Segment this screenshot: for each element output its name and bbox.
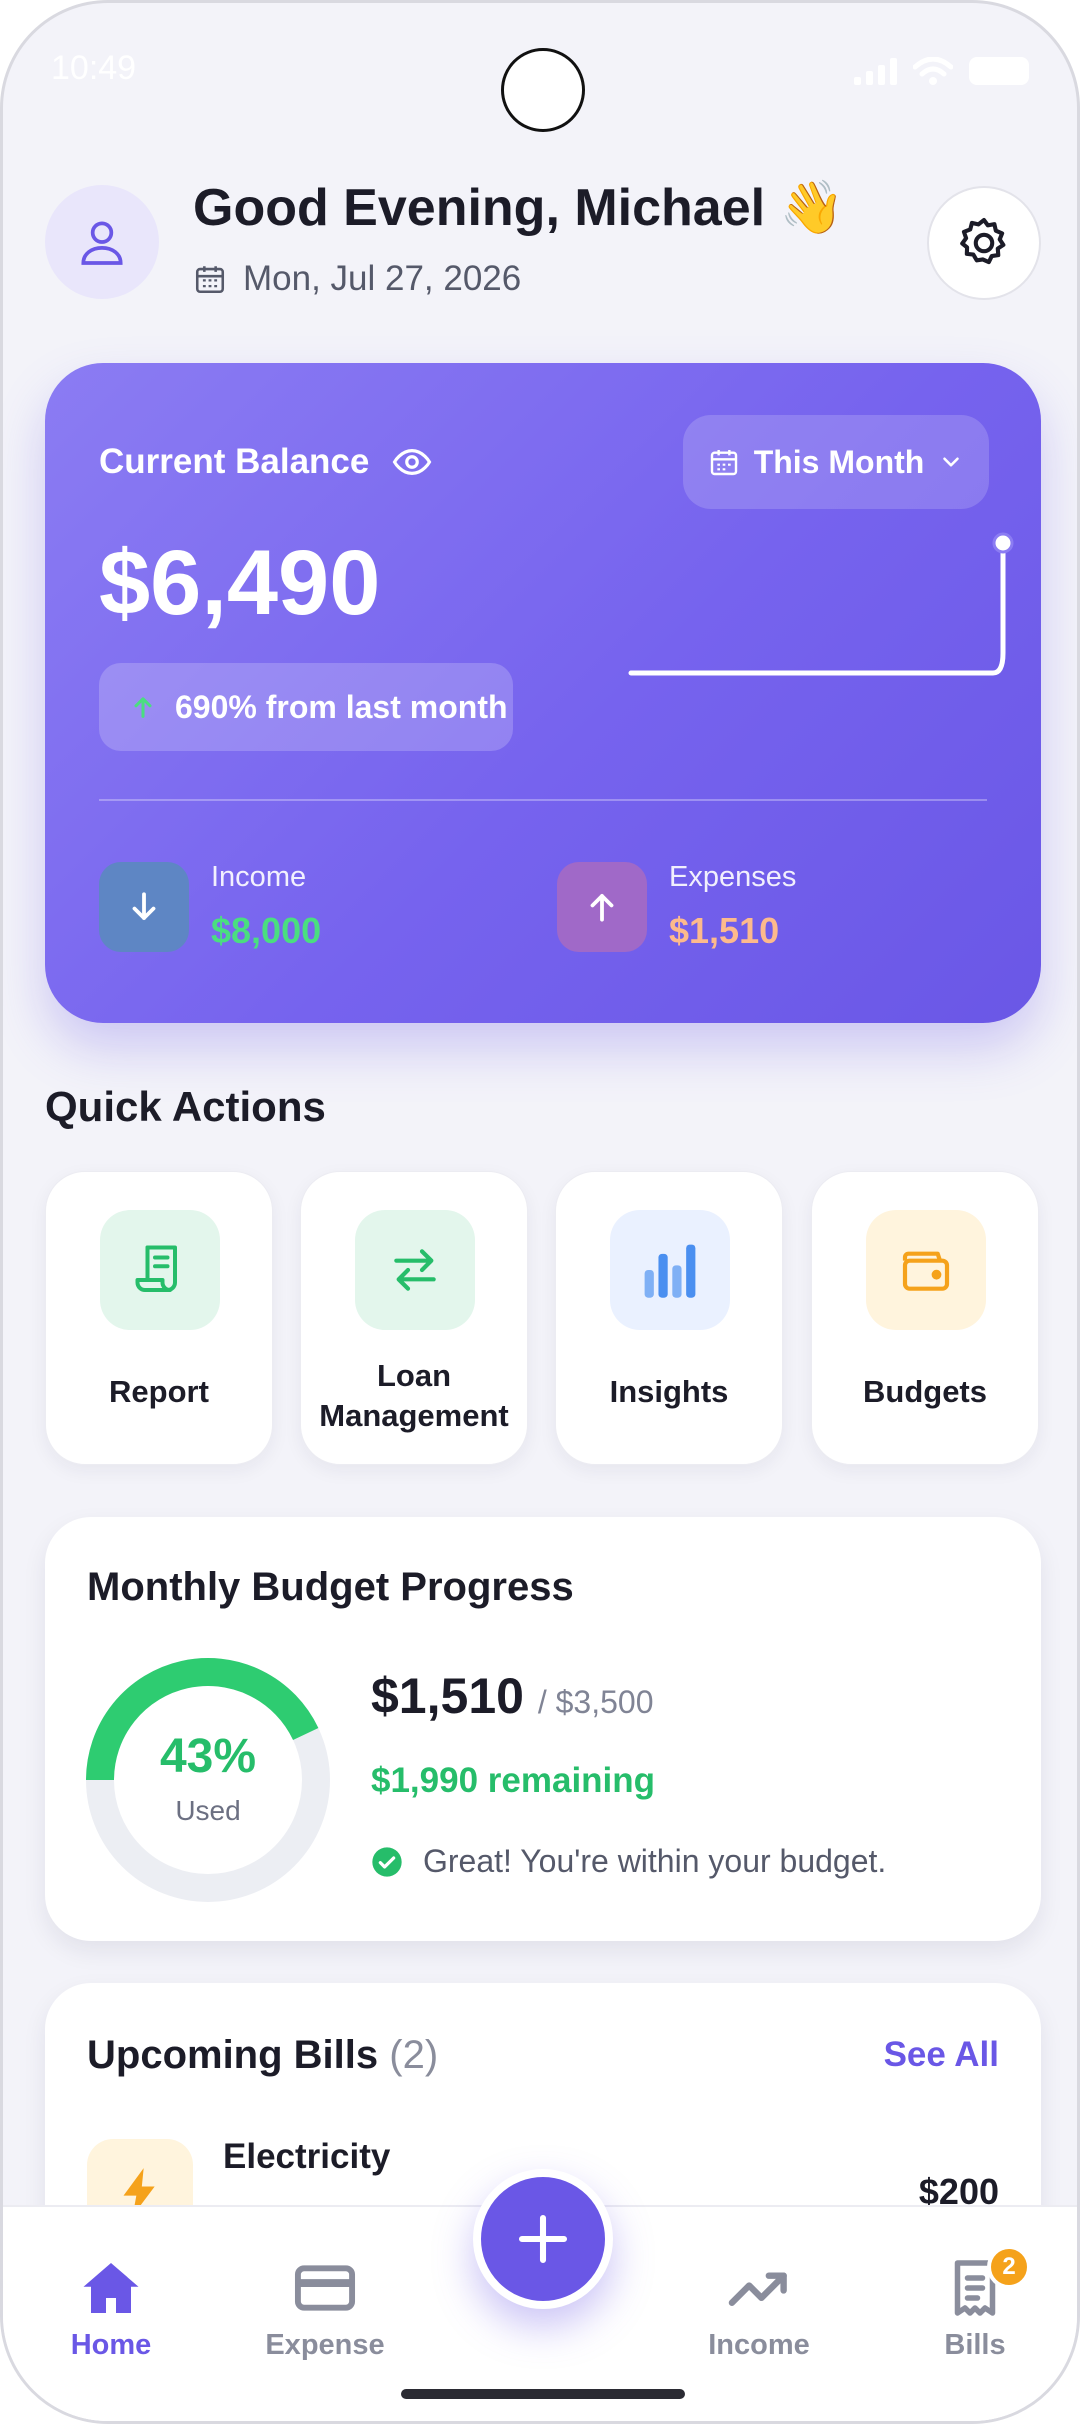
calendar-icon xyxy=(710,450,737,476)
trending-up-icon xyxy=(728,2272,787,2306)
greeting-text: Good Evening, Michael xyxy=(193,179,766,237)
bar-chart-icon xyxy=(644,1244,696,1298)
nav-income[interactable]: Income xyxy=(659,2255,859,2362)
quick-action-insights[interactable]: Insights xyxy=(555,1171,783,1465)
quick-action-label: Budgets xyxy=(863,1374,987,1409)
nav-bills-label: Bills xyxy=(944,2329,1006,2361)
budget-remaining: $1,990 remaining xyxy=(371,1761,656,1800)
budget-total: / $3,500 xyxy=(537,1684,654,1720)
insights-icon-tile xyxy=(610,1210,730,1330)
home-icon xyxy=(83,2263,139,2313)
quick-actions-title: Quick Actions xyxy=(45,1083,326,1130)
home-indicator xyxy=(401,2389,685,2399)
budget-title: Monthly Budget Progress xyxy=(87,1565,574,1609)
bills-title-row: Upcoming Bills (2) xyxy=(87,2033,438,2078)
budget-spent: $1,510 xyxy=(371,1668,524,1724)
income-summary: Income $8,000 xyxy=(99,861,321,952)
wave-emoji: 👋 xyxy=(779,179,845,237)
arrow-up-icon xyxy=(134,697,152,718)
income-value: $8,000 xyxy=(211,910,322,951)
expenses-summary: Expenses $1,510 xyxy=(557,861,796,952)
sparkline-line xyxy=(628,540,1006,676)
report-icon-tile xyxy=(100,1210,220,1330)
nav-expense-label: Expense xyxy=(265,2329,385,2361)
budget-status-row: Great! You're within your budget. xyxy=(371,1843,886,1880)
bill-name: Electricity xyxy=(223,2137,391,2176)
nav-income-label: Income xyxy=(708,2329,810,2361)
budget-used-label: Used xyxy=(175,1795,241,1826)
bills-title: Upcoming Bills xyxy=(87,2033,379,2077)
gear-icon xyxy=(960,217,1006,265)
quick-action-label: Insights xyxy=(609,1374,729,1409)
loan-icon-tile xyxy=(355,1210,475,1330)
nav-expense[interactable]: Expense xyxy=(225,2255,425,2362)
user-icon xyxy=(81,221,123,265)
expenses-label: Expenses xyxy=(669,861,797,893)
income-icon-tile xyxy=(99,861,189,952)
camera-cutout xyxy=(501,48,585,132)
transfer-icon xyxy=(394,1249,436,1291)
budget-status-text: Great! You're within your budget. xyxy=(423,1843,887,1879)
sparkline-end-dot xyxy=(992,532,1014,554)
budget-progress-card[interactable]: Monthly Budget Progress 43% Used $1,510 … xyxy=(45,1517,1041,1941)
nav-home-label: Home xyxy=(70,2329,152,2361)
expenses-value: $1,510 xyxy=(669,910,780,951)
see-all-link[interactable]: See All xyxy=(884,2035,999,2075)
app-screen: 10:49 Good Evening, Michael 👋 Mon, Jul 2… xyxy=(0,0,1080,2424)
balance-label-row: Current Balance xyxy=(99,441,433,483)
credit-card-icon xyxy=(294,2265,356,2311)
date-row: Mon, Jul 27, 2026 xyxy=(193,259,521,299)
wallet-icon xyxy=(902,1251,950,1291)
budget-percent: 43% xyxy=(159,1730,257,1783)
quick-action-label: Report xyxy=(109,1374,209,1409)
period-dropdown[interactable]: This Month xyxy=(683,415,989,509)
check-circle-icon xyxy=(372,1846,402,1877)
balance-amount: $6,490 xyxy=(99,532,381,634)
period-label: This Month xyxy=(753,443,925,480)
plus-icon xyxy=(518,2214,568,2264)
receipt-icon xyxy=(135,1245,177,1292)
eye-icon[interactable] xyxy=(391,441,433,483)
nav-bills[interactable]: Bills 2 xyxy=(875,2245,1075,2362)
calendar-icon xyxy=(195,266,225,294)
quick-action-label: Loan Management xyxy=(319,1358,509,1434)
greeting-title: Good Evening, Michael 👋 xyxy=(193,177,844,238)
budget-spent-row: $1,510 / $3,500 xyxy=(371,1667,654,1725)
quick-action-loan-management[interactable]: Loan Management xyxy=(300,1171,528,1465)
bills-count: (2) xyxy=(389,2033,439,2077)
balance-label: Current Balance xyxy=(99,442,370,481)
budgets-icon-tile xyxy=(866,1210,986,1330)
wifi-icon xyxy=(913,57,953,85)
settings-button[interactable] xyxy=(927,186,1041,300)
status-time: 10:49 xyxy=(51,49,137,87)
add-transaction-button[interactable] xyxy=(473,2169,613,2309)
balance-card: Current Balance This Month $6,490 690% f… xyxy=(45,363,1041,1023)
quick-action-budgets[interactable]: Budgets xyxy=(811,1171,1039,1465)
current-date: Mon, Jul 27, 2026 xyxy=(243,259,522,298)
nav-home[interactable]: Home xyxy=(11,2255,211,2362)
balance-change-text: 690% from last month xyxy=(175,688,508,725)
signal-icon xyxy=(854,57,897,85)
income-label: Income xyxy=(211,861,307,893)
battery-icon xyxy=(969,57,1029,85)
chevron-down-icon xyxy=(943,457,960,467)
status-icons xyxy=(854,57,1029,85)
expenses-icon-tile xyxy=(557,861,647,952)
arrow-down-icon xyxy=(132,891,156,920)
arrow-up-icon xyxy=(590,893,614,922)
balance-sparkline xyxy=(628,532,1014,676)
card-divider xyxy=(99,799,987,801)
bills-badge: 2 xyxy=(987,2245,1031,2289)
balance-change-pill: 690% from last month xyxy=(99,663,513,751)
quick-action-report[interactable]: Report xyxy=(45,1171,273,1465)
avatar[interactable] xyxy=(45,185,159,299)
